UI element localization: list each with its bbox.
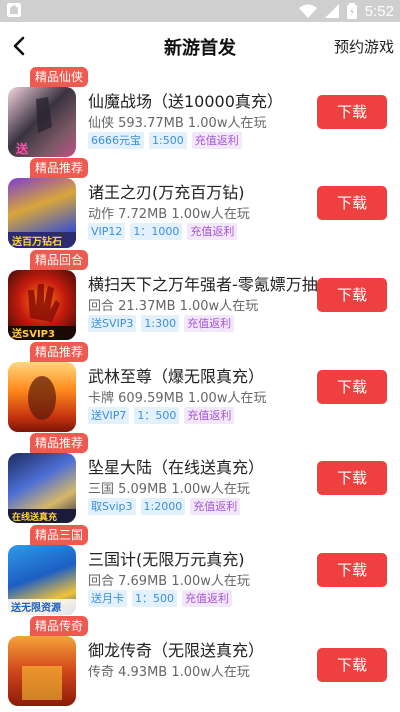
game-meta: 回合 21.37MB 1.00w人在玩: [88, 299, 259, 314]
svg-text:送SVIP3: 送SVIP3: [11, 327, 55, 340]
tag: VIP12: [88, 223, 126, 240]
game-meta: 回合 7.69MB 1.00w人在玩: [88, 574, 250, 589]
tag: 1:500: [149, 132, 187, 149]
tag: 充值返利: [190, 498, 241, 515]
game-list-item[interactable]: 精品推荐 武林至尊（爆无限真充） 卡牌 609.59MB 1.00w人在玩 送V…: [0, 342, 400, 438]
category-badge: 精品推荐: [30, 158, 89, 178]
tag: 充值返利: [182, 590, 232, 607]
category-badge: 精品推荐: [30, 342, 89, 362]
category-badge: 精品推荐: [30, 433, 89, 453]
game-meta: 动作 7.72MB 1.00w人在玩: [88, 207, 250, 222]
status-time: 5:52: [364, 2, 394, 20]
download-button[interactable]: 下载: [317, 186, 387, 220]
game-name: 横扫天下之万年强者-零氪嫖万抽: [88, 275, 318, 294]
tag: 取Svip3: [88, 498, 136, 515]
game-icon: 送SVIP3: [8, 270, 76, 340]
svg-text:送无限资源: 送无限资源: [10, 601, 61, 614]
tag: 充值返利: [191, 132, 242, 149]
tag-row: 6666元宝 1:500 充值返利: [88, 132, 242, 149]
tag: 充值返利: [184, 407, 235, 424]
game-list-item[interactable]: 精品传奇 御龙传奇（无限送真充） 传奇 4.93MB 1.00w人在玩 下载: [0, 616, 400, 712]
game-icon: 送百万钻石: [8, 178, 76, 248]
svg-text:在线送真充: 在线送真充: [12, 511, 57, 523]
tag-row: 送SVIP3 1:300 充值返利: [88, 315, 235, 332]
game-meta: 三国 5.09MB 1.00w人在玩: [88, 482, 250, 497]
download-button[interactable]: 下载: [317, 95, 387, 129]
game-icon: 送: [8, 87, 76, 157]
game-meta: 仙侠 593.77MB 1.00w人在玩: [88, 116, 267, 131]
tag: 6666元宝: [88, 132, 144, 149]
tag: 充值返利: [187, 223, 238, 240]
reserve-games-link[interactable]: 预约游戏: [334, 36, 394, 57]
game-name: 三国计(无限万元真充): [88, 550, 245, 569]
game-icon: [8, 362, 76, 432]
category-badge: 精品仙侠: [30, 67, 89, 87]
game-meta: 传奇 4.93MB 1.00w人在玩: [88, 665, 250, 680]
tag: 送月卡: [88, 590, 127, 607]
download-button[interactable]: 下载: [317, 370, 387, 404]
game-list-item[interactable]: 送SVIP3 精品回合 横扫天下之万年强者-零氪嫖万抽 回合 21.37MB 1…: [0, 250, 400, 346]
category-badge: 精品传奇: [30, 616, 89, 636]
svg-text:送: 送: [15, 141, 29, 156]
game-list-item[interactable]: 送百万钻石 精品推荐 诸王之刃(万充百万钻) 动作 7.72MB 1.00w人在…: [0, 158, 400, 254]
tag: 送VIP7: [88, 407, 130, 424]
download-button[interactable]: 下载: [317, 461, 387, 495]
download-button[interactable]: 下载: [317, 553, 387, 587]
status-bar: 5:52: [0, 0, 400, 22]
app-header: 新游首发 预约游戏: [0, 22, 400, 72]
tag-row: VIP12 1：1000 充值返利: [88, 223, 238, 240]
tag-row: 送VIP7 1：500 充值返利: [88, 407, 235, 424]
game-name: 武林至尊（爆无限真充）: [88, 367, 265, 386]
game-list-item[interactable]: 送无限资源 精品三国 三国计(无限万元真充) 回合 7.69MB 1.00w人在…: [0, 525, 400, 621]
wifi-icon: [298, 4, 317, 18]
game-name: 仙魔战场（送10000真充）: [88, 92, 283, 111]
tag: 1:300: [141, 315, 180, 332]
game-icon: 在线送真充: [8, 453, 76, 523]
notification-icon: [7, 3, 21, 17]
game-meta: 卡牌 609.59MB 1.00w人在玩: [88, 391, 267, 406]
tag: 1:2000: [140, 498, 186, 515]
tag: 充值返利: [184, 315, 235, 332]
tag-row: 取Svip3 1:2000 充值返利: [88, 498, 241, 515]
game-icon: [8, 636, 76, 706]
game-list-item[interactable]: 送 精品仙侠 仙魔战场（送10000真充） 仙侠 593.77MB 1.00w人…: [0, 67, 400, 163]
svg-text:送百万钻石: 送百万钻石: [11, 235, 62, 248]
game-name: 坠星大陆（在线送真充）: [88, 458, 265, 477]
tag: 1：500: [132, 590, 177, 607]
game-name: 御龙传奇（无限送真充）: [88, 641, 265, 660]
game-icon: 送无限资源: [8, 545, 76, 615]
tag-row: 送月卡 1：500 充值返利: [88, 590, 232, 607]
game-list-item[interactable]: 在线送真充 精品推荐 坠星大陆（在线送真充） 三国 5.09MB 1.00w人在…: [0, 433, 400, 529]
tag: 1：1000: [130, 223, 183, 240]
category-badge: 精品三国: [30, 525, 89, 545]
battery-icon: [346, 3, 357, 19]
signal-icon: [324, 4, 339, 18]
download-button[interactable]: 下载: [317, 278, 387, 312]
tag: 1：500: [134, 407, 180, 424]
category-badge: 精品回合: [30, 250, 89, 270]
tag: 送SVIP3: [88, 315, 137, 332]
game-name: 诸王之刃(万充百万钻): [88, 183, 245, 202]
